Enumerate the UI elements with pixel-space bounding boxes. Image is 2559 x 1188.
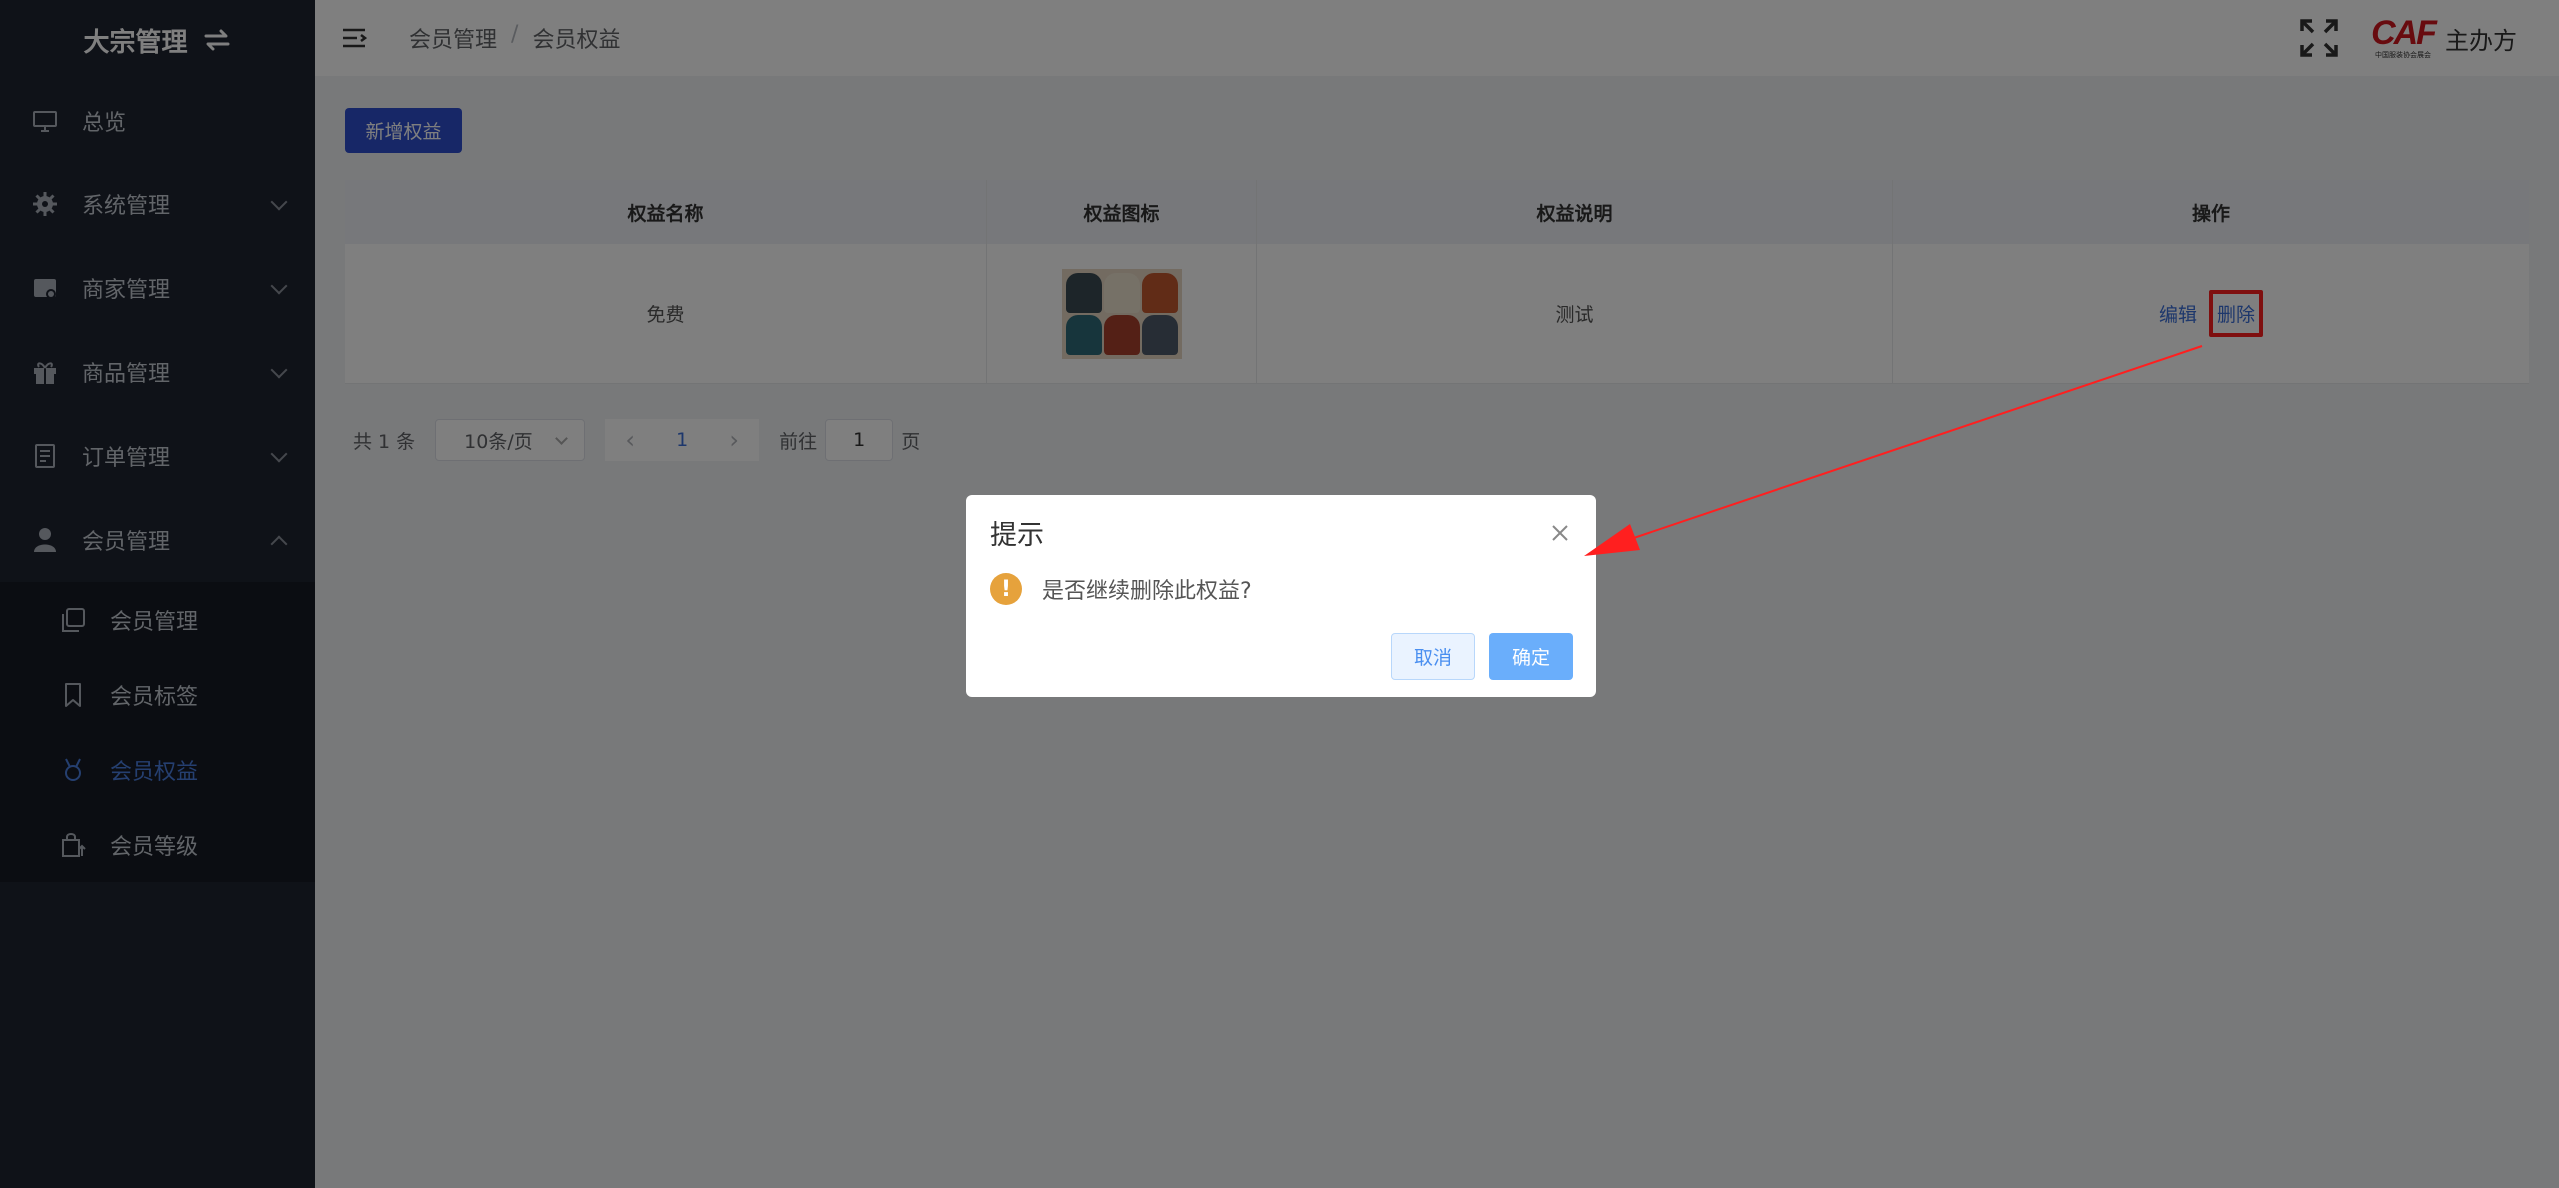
- cancel-button[interactable]: 取消: [1391, 633, 1475, 680]
- warning-icon: !: [990, 573, 1022, 605]
- close-icon[interactable]: [1550, 523, 1570, 543]
- confirm-dialog: 提示 ! 是否继续删除此权益? 取消 确定: [966, 495, 1596, 697]
- dialog-message: 是否继续删除此权益?: [1042, 579, 1252, 604]
- dialog-body: ! 是否继续删除此权益?: [990, 573, 1252, 605]
- dialog-title: 提示: [990, 520, 1044, 551]
- confirm-button[interactable]: 确定: [1489, 633, 1573, 680]
